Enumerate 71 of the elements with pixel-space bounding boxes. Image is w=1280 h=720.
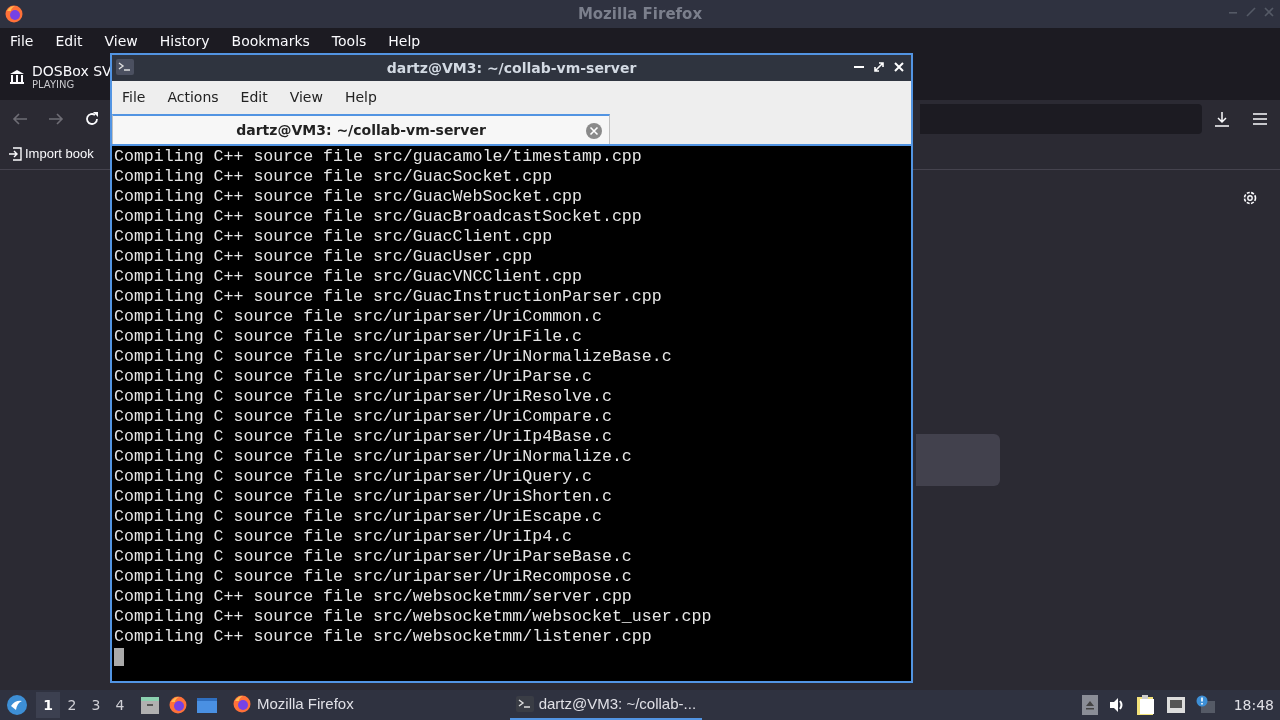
terminal-line: Compiling C++ source file src/GuacSocket.cpp <box>114 167 554 187</box>
menu-item[interactable]: Tools <box>331 30 367 52</box>
taskbar-button[interactable]: dartz@VM3: ~/collab-... <box>509 690 703 720</box>
terminal-line: Compiling C source file src/uriparser/UriShorten.c <box>114 487 613 507</box>
workspace-button[interactable]: 1 <box>36 692 60 718</box>
menu-item[interactable]: File <box>122 86 146 108</box>
terminal-line: Compiling C++ source file src/GuacVNCClient.cpp <box>114 267 584 287</box>
terminal-line: Compiling C++ source file src/GuacUser.cpp <box>114 247 534 267</box>
workspace-button[interactable]: 2 <box>60 692 84 718</box>
menu-item[interactable]: Edit <box>55 30 83 52</box>
terminal-line: Compiling C source file src/uriparser/UriResolve.c <box>114 387 613 407</box>
workspace-button[interactable]: 4 <box>108 692 132 718</box>
terminal-line: Compiling C++ source file src/guacamole/timestamp.cpp <box>114 147 643 167</box>
menu-item[interactable]: Actions <box>167 86 219 108</box>
start-menu-icon[interactable] <box>6 694 28 716</box>
clipboard-icon[interactable] <box>1135 694 1156 716</box>
terminal-line: Compiling C++ source file src/GuacBroadcastSocket.cpp <box>114 207 643 227</box>
terminal-line: Compiling C++ source file src/GuacWebSocket.cpp <box>114 187 584 207</box>
terminal-line: Compiling C++ source file src/websocketmm/listener.cpp <box>114 627 653 647</box>
terminal-line: Compiling C source file src/uriparser/UriNormalizeBase.c <box>114 347 673 367</box>
menu-item[interactable]: Help <box>388 30 421 52</box>
window-title: Mozilla Firefox <box>577 3 703 25</box>
terminal-line: Compiling C source file src/uriparser/UriNormalize.c <box>114 447 633 467</box>
terminal-line: Compiling C source file src/uriparser/UriParseBase.c <box>114 547 633 567</box>
menu-item[interactable]: Help <box>344 86 377 108</box>
tab-status: PLAYING <box>32 78 76 91</box>
terminal-line: Compiling C source file src/uriparser/UriFile.c <box>114 327 584 347</box>
import-icon <box>8 146 22 161</box>
terminal-line: Compiling C source file src/uriparser/UriIp4.c <box>114 527 574 547</box>
terminal-line: Compiling C source file src/uriparser/UriEscape.c <box>114 507 603 527</box>
terminal-line: Compiling C source file src/uriparser/UriIp4Base.c <box>114 427 613 447</box>
eject-icon[interactable] <box>1081 695 1098 715</box>
tab-title: DOSBox SV <box>32 63 112 79</box>
menu-item[interactable]: View <box>104 30 138 52</box>
firefox-icon[interactable] <box>168 695 188 715</box>
browser-tab[interactable]: DOSBox SV PLAYING <box>10 63 112 91</box>
clock: 18:48 <box>1233 695 1274 715</box>
terminal-line: Compiling C source file src/uriparser/UriRecompose.c <box>114 567 633 587</box>
menu-item[interactable]: Bookmarks <box>231 30 310 52</box>
menu-item[interactable]: Edit <box>240 86 268 108</box>
museum-icon <box>10 70 24 84</box>
terminal-line: Compiling C++ source file src/GuacInstructionParser.cpp <box>114 287 663 307</box>
window-icon[interactable] <box>196 695 218 715</box>
terminal-line: Compiling C++ source file src/websocketmm/server.cpp <box>114 587 633 607</box>
window-title: dartz@VM3: ~/collab-vm-server <box>386 58 637 78</box>
file-cabinet-icon[interactable] <box>140 695 160 715</box>
menu-icon[interactable] <box>1252 111 1268 127</box>
terminal-icon <box>515 696 534 712</box>
forward-icon[interactable] <box>48 111 64 127</box>
menu-item[interactable]: File <box>10 30 34 52</box>
notification-icon[interactable] <box>1195 695 1216 715</box>
bookmark-item[interactable]: Import book <box>8 143 94 164</box>
workspace-button[interactable]: 3 <box>84 692 108 718</box>
menu-item[interactable]: View <box>289 86 323 108</box>
terminal-line: Compiling C++ source file src/websocketmm/websocket_user.cpp <box>114 607 713 627</box>
download-icon[interactable] <box>1214 111 1230 127</box>
firefox-icon <box>232 694 252 714</box>
terminal-line: Compiling C source file src/uriparser/UriCompare.c <box>114 407 613 427</box>
terminal-line: Compiling C source file src/uriparser/UriParse.c <box>114 367 593 387</box>
terminal-line: Compiling C++ source file src/GuacClient.cpp <box>114 227 554 247</box>
firefox-icon <box>5 5 23 23</box>
reload-icon[interactable] <box>84 111 100 127</box>
text-cursor <box>114 648 124 666</box>
terminal-tab[interactable]: dartz@VM3: ~/collab-vm-server <box>112 114 610 144</box>
terminal-line: Compiling C source file src/uriparser/UriQuery.c <box>114 467 593 487</box>
terminal-icon <box>116 59 134 75</box>
back-icon[interactable] <box>12 111 28 127</box>
menu-item[interactable]: History <box>159 30 210 52</box>
taskbar-button[interactable]: Mozilla Firefox <box>226 690 360 720</box>
settings-icon[interactable] <box>1242 190 1258 206</box>
terminal-line: Compiling C source file src/uriparser/UriCommon.c <box>114 307 603 327</box>
